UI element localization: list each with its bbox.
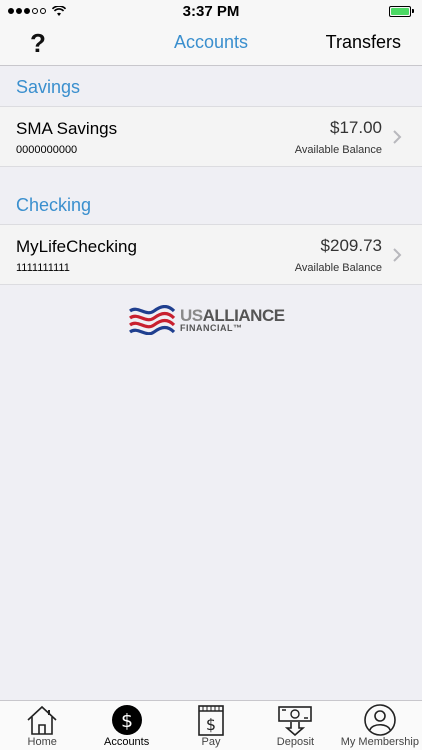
svg-text:$: $ (206, 715, 216, 734)
chevron-right-icon (393, 248, 402, 262)
battery-icon (389, 5, 414, 17)
navigation-bar: ? Accounts Transfers (0, 22, 422, 66)
wifi-icon (52, 5, 66, 16)
tab-my-membership[interactable]: My Membership (338, 701, 422, 750)
transfers-button[interactable]: Transfers (326, 32, 401, 53)
nav-title-accounts[interactable]: Accounts (150, 32, 272, 53)
bill-icon: $ (198, 705, 224, 736)
account-number: 0000000000 (16, 144, 78, 156)
house-icon (27, 705, 57, 735)
user-icon (364, 704, 396, 736)
flag-waves-icon (129, 305, 176, 335)
status-bar: 3:37 PM (0, 0, 422, 22)
balance-label: Available Balance (294, 144, 382, 156)
tab-deposit[interactable]: Deposit (253, 701, 337, 750)
tab-home[interactable]: Home (0, 701, 84, 750)
tab-bar: Home $ Accounts $ Pay Deposit My Members… (0, 700, 422, 750)
section-header-savings: Savings (0, 67, 422, 107)
tab-label: Pay (201, 736, 221, 748)
section-header-checking: Checking (0, 185, 422, 225)
account-balance: $17.00 (330, 118, 382, 137)
account-balance: $209.73 (320, 236, 382, 255)
signal-strength-icon (8, 5, 66, 17)
usalliance-logo: USALLIANCE FINANCIAL™ (128, 303, 293, 337)
account-row-sma-savings[interactable]: SMA Savings 0000000000 $17.00 Available … (0, 107, 422, 167)
tab-label: Accounts (103, 736, 150, 748)
deposit-icon (278, 706, 313, 736)
dollar-circle-icon: $ (111, 705, 142, 735)
account-row-mylifechecking[interactable]: MyLifeChecking 1111111111 $209.73 Availa… (0, 225, 422, 285)
tab-label: My Membership (340, 736, 419, 748)
account-number: 1111111111 (16, 262, 70, 274)
account-name: MyLifeChecking (16, 237, 137, 256)
tab-accounts[interactable]: $ Accounts (84, 701, 168, 750)
svg-text:$: $ (121, 710, 133, 732)
balance-label: Available Balance (294, 262, 382, 274)
help-button[interactable]: ? (26, 28, 50, 58)
tab-label: Home (27, 736, 57, 748)
logo-financial-text: FINANCIAL™ (180, 323, 243, 333)
chevron-right-icon (393, 130, 402, 144)
tab-pay[interactable]: $ Pay (169, 701, 253, 750)
account-name: SMA Savings (16, 119, 118, 138)
tab-label: Deposit (276, 736, 315, 748)
